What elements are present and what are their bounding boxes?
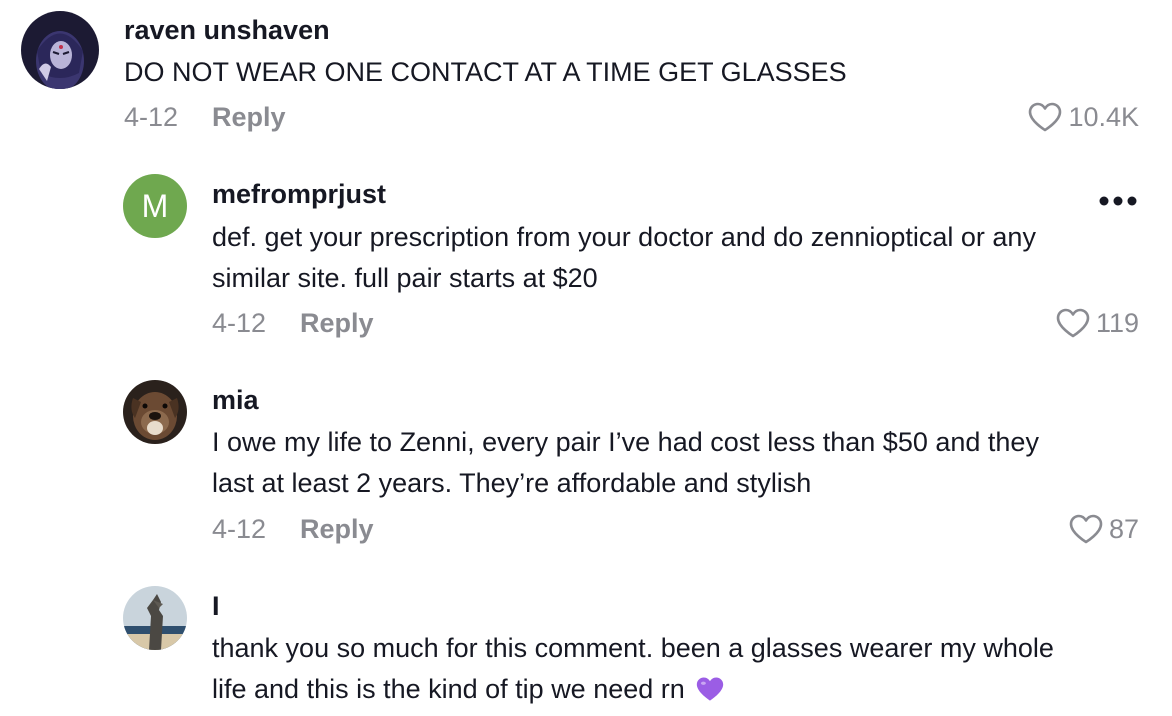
like-button[interactable]: 10.4K [1028,101,1139,133]
comment-date: 4-12 [124,102,179,132]
comment-date: 4-12 [212,308,267,338]
like-count: 10.4K [1068,102,1139,132]
comment-text-line: last at least 2 years. They’re affordabl… [212,468,812,498]
like-button[interactable]: 119 [1056,307,1139,339]
comment-username[interactable]: raven unshaven [124,14,330,46]
like-count: 87 [1108,514,1139,544]
comment-text-line: def. get your prescription from your doc… [212,222,1036,252]
reply-button[interactable]: Reply [300,513,374,545]
comment-text: thank you so much for this comment. been… [212,628,1142,714]
comment-text: DO NOT WEAR ONE CONTACT AT A TIME GET GL… [124,57,847,87]
comment-text: def. get your prescription from your doc… [212,217,1142,299]
comment-date: 4-12 [212,514,267,544]
comment-text-line: similar site. full pair starts at $20 [212,263,598,293]
comment-meta: 4-12 Reply [212,307,374,339]
comment-text-line: thank you so much for this comment. been… [212,633,1054,663]
comment-meta: 4-12 Reply [212,513,374,545]
heart-outline-icon [1069,514,1103,544]
avatar[interactable] [123,586,187,650]
avatar[interactable] [21,11,99,89]
comment-username[interactable]: mefromprjust [212,178,386,210]
dog-avatar-icon [123,380,187,444]
reply-button[interactable]: Reply [300,307,374,339]
comment-text: I owe my life to Zenni, every pair I’ve … [212,422,1142,504]
character-avatar-icon [21,11,99,89]
avatar[interactable]: M [123,174,187,238]
comment-text-segment: life and this is the kind of tip we need… [212,674,685,704]
statue-avatar-icon [123,586,187,650]
comments-panel: raven unshaven DO NOT WEAR ONE CONTACT A… [0,0,1172,716]
comment-username[interactable]: I [212,590,220,622]
heart-outline-icon [1056,308,1090,338]
like-count: 119 [1095,308,1139,338]
like-button[interactable]: 87 [1069,513,1139,545]
reply-button[interactable]: Reply [212,101,286,133]
purple-heart-icon [696,673,724,714]
comment-text-line: life and this is the kind of tip we need… [212,669,1142,714]
comment-username[interactable]: mia [212,384,259,416]
heart-outline-icon [1029,102,1062,132]
comment-meta: 4-12 Reply [124,101,286,133]
more-options-icon[interactable] [1098,186,1138,207]
avatar[interactable] [123,380,187,444]
comment-text-line: I owe my life to Zenni, every pair I’ve … [212,427,1039,457]
avatar-letter: M [141,188,169,224]
